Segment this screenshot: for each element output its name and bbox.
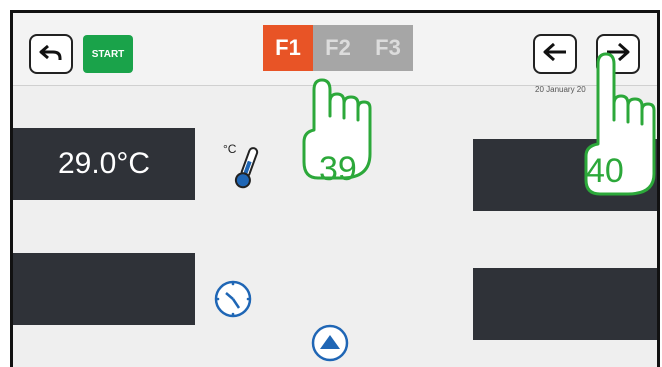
tap-hand-annotation-40: 40 <box>576 34 662 204</box>
function-tabs: F1 F2 F3 <box>263 25 413 71</box>
tap-hand-annotation-39: 39 <box>290 72 390 189</box>
start-button[interactable]: START <box>83 35 133 73</box>
clock-icon <box>213 279 253 324</box>
triangle-up-icon <box>310 324 350 367</box>
time-display[interactable] <box>13 253 195 325</box>
temperature-display[interactable]: 29.0°C <box>13 128 195 200</box>
annotation-number: 40 <box>586 152 624 190</box>
annotation-number: 39 <box>319 150 357 188</box>
undo-arrow-icon <box>38 40 64 69</box>
previous-button[interactable] <box>533 34 577 74</box>
scroll-up-button[interactable] <box>310 323 350 367</box>
celsius-unit: °C <box>223 142 237 156</box>
thermometer-icon: °C <box>223 141 263 198</box>
tab-f2[interactable]: F2 <box>313 25 363 71</box>
tab-f1[interactable]: F1 <box>263 25 313 71</box>
arrow-left-icon <box>542 41 568 68</box>
setpoint-panel-lower[interactable] <box>473 268 657 340</box>
back-button[interactable] <box>29 34 73 74</box>
tab-f3[interactable]: F3 <box>363 25 413 71</box>
